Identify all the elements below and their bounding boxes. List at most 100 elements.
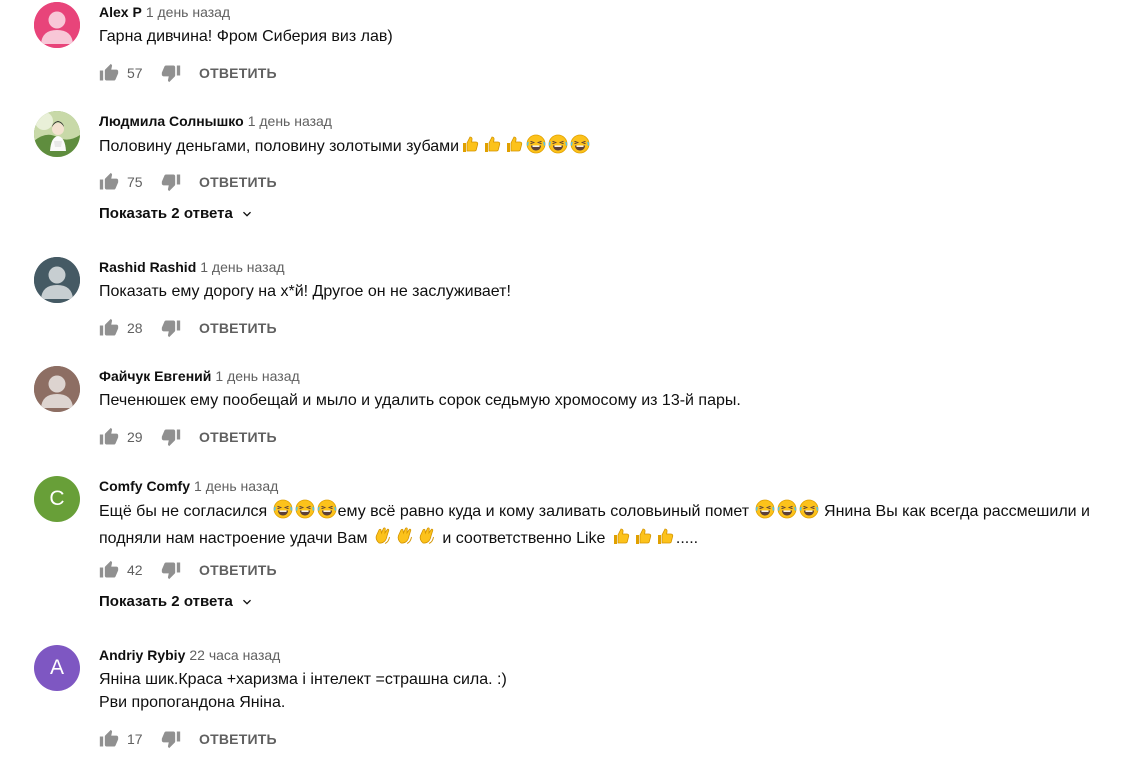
author-name[interactable]: Comfy Comfy	[99, 478, 190, 494]
author-name[interactable]: Andriy Rybiy	[99, 647, 185, 663]
dislike-icon[interactable]	[161, 318, 181, 338]
comment-body: Файчук Евгений 1 день назад Печенюшек ему …	[99, 367, 1125, 412]
comment-text-segment: .....	[675, 530, 699, 547]
show-replies-button[interactable]: Показать 2 ответа	[99, 593, 255, 610]
author-name[interactable]: Людмила Солнышко	[99, 113, 244, 129]
laughing-emoji	[570, 134, 590, 161]
author-name[interactable]: Rashid Rashid	[99, 259, 196, 275]
chevron-down-icon	[239, 594, 255, 610]
comment-header: Comfy Comfy 1 день назад	[99, 477, 1125, 495]
like-icon[interactable]	[99, 172, 119, 192]
avatar[interactable]	[34, 257, 80, 303]
comment-text-segment: Печенюшек ему пообещай и мыло и удалить …	[99, 392, 741, 409]
avatar-letter: C	[49, 487, 65, 510]
avatar[interactable]: C	[34, 476, 80, 522]
like-count: 42	[127, 562, 143, 578]
comment-text-segment: Янина Вы как всегда рассмешили и	[819, 503, 1090, 520]
chevron-down-icon	[239, 206, 255, 222]
comment-body: Людмила Солнышко 1 день назад Половину ден…	[99, 112, 1125, 161]
comment-actions: 28 ОТВЕТИТЬ	[99, 316, 277, 340]
comment-text-segment: подняли нам настроение удачи Вам	[99, 530, 372, 547]
laughing-emoji	[273, 499, 293, 526]
reply-button[interactable]: ОТВЕТИТЬ	[199, 562, 277, 578]
timestamp[interactable]: 1 день назад	[215, 368, 299, 384]
comment-header: Alex P1 день назад	[99, 3, 1125, 21]
author-name[interactable]: Файчук Евгений	[99, 368, 211, 384]
show-replies-label: Показать 2 ответа	[99, 593, 233, 610]
like-icon[interactable]	[99, 318, 119, 338]
thumbs-up-emoji	[655, 526, 675, 553]
dislike-icon[interactable]	[161, 172, 181, 192]
laughing-emoji	[548, 134, 568, 161]
dislike-icon[interactable]	[161, 427, 181, 447]
thumbs-up-emoji	[611, 526, 631, 553]
laughing-emoji	[317, 499, 337, 526]
comment-line: Половину деньгами, половину золотыми зуб…	[99, 134, 1125, 161]
like-count: 57	[127, 65, 143, 81]
comment-text-segment: Гарна дивчина! Фром Сиберия виз лав)	[99, 28, 393, 45]
comment-header: Файчук Евгений 1 день назад	[99, 367, 1125, 385]
like-icon[interactable]	[99, 427, 119, 447]
comment-text: Показать ему дорогу на х*й! Другое он не…	[99, 280, 1125, 303]
reply-button[interactable]: ОТВЕТИТЬ	[199, 731, 277, 747]
like-count: 75	[127, 174, 143, 190]
reply-button[interactable]: ОТВЕТИТЬ	[199, 429, 277, 445]
like-icon[interactable]	[99, 729, 119, 749]
show-replies-button[interactable]: Показать 2 ответа	[99, 205, 255, 222]
comment-header: Людмила Солнышко 1 день назад	[99, 112, 1125, 130]
laughing-emoji	[799, 499, 819, 526]
dislike-icon[interactable]	[161, 63, 181, 83]
comment-text: Ещё бы не согласился ему всё равно куда …	[99, 499, 1125, 553]
avatar[interactable]: A	[34, 645, 80, 691]
like-count: 17	[127, 731, 143, 747]
laughing-emoji	[295, 499, 315, 526]
avatar[interactable]	[34, 111, 80, 157]
reply-button[interactable]: ОТВЕТИТЬ	[199, 174, 277, 190]
timestamp[interactable]: 1 день назад	[194, 478, 278, 494]
comment-text-segment: Ещё бы не согласился	[99, 503, 272, 520]
comment-line: Печенюшек ему пообещай и мыло и удалить …	[99, 389, 1125, 412]
dislike-icon[interactable]	[161, 560, 181, 580]
comment-line: Показать ему дорогу на х*й! Другое он не…	[99, 280, 1125, 303]
comment-text-segment: Рви пропогандона Яніна.	[99, 694, 286, 711]
comment-line: Ещё бы не согласился ему всё равно куда …	[99, 499, 1125, 526]
thumbs-up-emoji	[633, 526, 653, 553]
comment-line: Гарна дивчина! Фром Сиберия виз лав)	[99, 25, 1125, 48]
clapping-emoji	[373, 526, 393, 553]
dislike-icon[interactable]	[161, 729, 181, 749]
comment-body: Comfy Comfy 1 день назад Ещё бы не согласи…	[99, 477, 1125, 553]
avatar[interactable]	[34, 2, 80, 48]
comment-body: Andriy Rybiy 22 часа назад Яніна шик.Краса…	[99, 646, 1125, 714]
like-icon[interactable]	[99, 63, 119, 83]
author-name[interactable]: Alex P	[99, 4, 142, 20]
comment-body: Rashid Rashid 1 день назад Показать ему до…	[99, 258, 1125, 303]
like-icon[interactable]	[99, 560, 119, 580]
avatar[interactable]	[34, 366, 80, 412]
comment-line: подняли нам настроение удачи Вам и соотв…	[99, 526, 1125, 553]
comment-text-segment: Яніна шик.Краса +харизма і інтелект =стр…	[99, 671, 507, 688]
thumbs-up-emoji	[504, 134, 524, 161]
reply-button[interactable]: ОТВЕТИТЬ	[199, 320, 277, 336]
timestamp[interactable]: 1 день назад	[200, 259, 284, 275]
laughing-emoji	[526, 134, 546, 161]
like-count: 28	[127, 320, 143, 336]
comment-body: Alex P1 день назад Гарна дивчина! Фром Си…	[99, 3, 1125, 48]
show-replies-label: Показать 2 ответа	[99, 205, 233, 222]
timestamp[interactable]: 1 день назад	[146, 4, 230, 20]
comment-text-segment: и соответственно Like	[437, 530, 610, 547]
thumbs-up-emoji	[460, 134, 480, 161]
laughing-emoji	[755, 499, 775, 526]
avatar-letter: A	[49, 656, 64, 679]
laughing-emoji	[777, 499, 797, 526]
comment-actions: 17 ОТВЕТИТЬ	[99, 727, 277, 751]
comment-text-segment: ему всё равно куда и кому заливать солов…	[337, 503, 754, 520]
clapping-emoji	[417, 526, 437, 553]
clapping-emoji	[395, 526, 415, 553]
comment-actions: 29 ОТВЕТИТЬ	[99, 425, 277, 449]
comment-text: Яніна шик.Краса +харизма і інтелект =стр…	[99, 668, 1125, 714]
reply-button[interactable]: ОТВЕТИТЬ	[199, 65, 277, 81]
comment-text-segment: Показать ему дорогу на х*й! Другое он не…	[99, 283, 511, 300]
timestamp[interactable]: 22 часа назад	[189, 647, 280, 663]
comment-text-segment: Половину деньгами, половину золотыми зуб…	[99, 138, 460, 155]
timestamp[interactable]: 1 день назад	[248, 113, 332, 129]
